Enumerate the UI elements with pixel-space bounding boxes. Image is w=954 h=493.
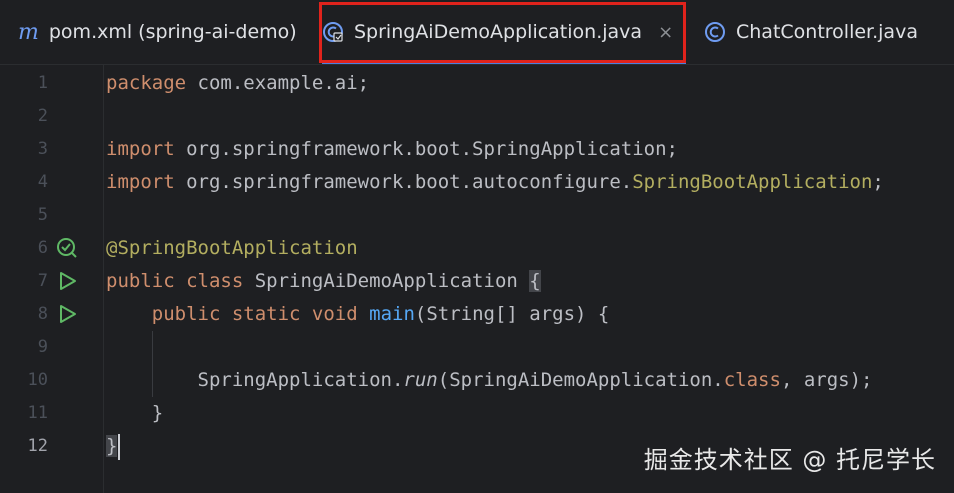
close-icon[interactable]: ×: [658, 22, 673, 43]
line-number-gutter: 1 2 3 4 5 6 7 8 9 10 11 12: [0, 65, 104, 493]
tab-label: pom.xml (spring-ai-demo): [48, 21, 297, 43]
tab-chat-controller[interactable]: ChatController.java: [704, 0, 918, 64]
line-number: 6: [37, 238, 48, 258]
code-line-7: public class SpringAiDemoApplication {: [106, 270, 541, 292]
code-line-11: }: [106, 402, 164, 424]
code-line-10: SpringApplication.run(SpringAiDemoApplic…: [197, 369, 873, 391]
code-line-12: }: [106, 435, 118, 457]
editor-tab-bar: m pom.xml (spring-ai-demo) SpringAiDemoA…: [0, 0, 954, 65]
maven-m-icon: m: [18, 19, 39, 45]
tab-pom-xml[interactable]: m pom.xml (spring-ai-demo): [18, 0, 297, 64]
line-number: 11: [27, 403, 48, 423]
spring-bean-run-icon[interactable]: [56, 237, 78, 259]
run-icon[interactable]: [56, 303, 78, 325]
tab-label: ChatController.java: [736, 21, 918, 43]
line-number: 3: [37, 139, 48, 159]
line-number: 7: [37, 271, 48, 291]
watermark: 掘金技术社区 @ 托尼学长: [643, 446, 936, 474]
tab-label: SpringAiDemoApplication.java: [354, 21, 643, 43]
code-line-8: public static void main(String[] args) {: [151, 303, 610, 325]
text-cursor: [118, 434, 120, 460]
code-line-1: package com.example.ai;: [106, 72, 370, 94]
line-number: 2: [37, 106, 48, 126]
line-number: 10: [27, 370, 48, 390]
code-line-4: import org.springframework.boot.autoconf…: [106, 171, 884, 193]
code-line-3: import org.springframework.boot.SpringAp…: [106, 138, 678, 160]
run-icon[interactable]: [56, 270, 78, 292]
code-editor[interactable]: package com.example.ai; import org.sprin…: [104, 65, 954, 493]
tab-spring-ai-demo-application[interactable]: SpringAiDemoApplication.java ×: [322, 0, 686, 64]
line-number: 4: [37, 172, 48, 192]
line-number: 5: [37, 205, 48, 225]
line-number: 9: [37, 337, 48, 357]
java-class-icon: [322, 21, 344, 43]
java-class-icon: [704, 21, 726, 43]
line-number: 12: [27, 436, 48, 456]
code-line-6: @SpringBootApplication: [106, 237, 358, 259]
active-tab-indicator: [322, 61, 686, 64]
line-number: 8: [37, 304, 48, 324]
line-number: 1: [37, 73, 48, 93]
